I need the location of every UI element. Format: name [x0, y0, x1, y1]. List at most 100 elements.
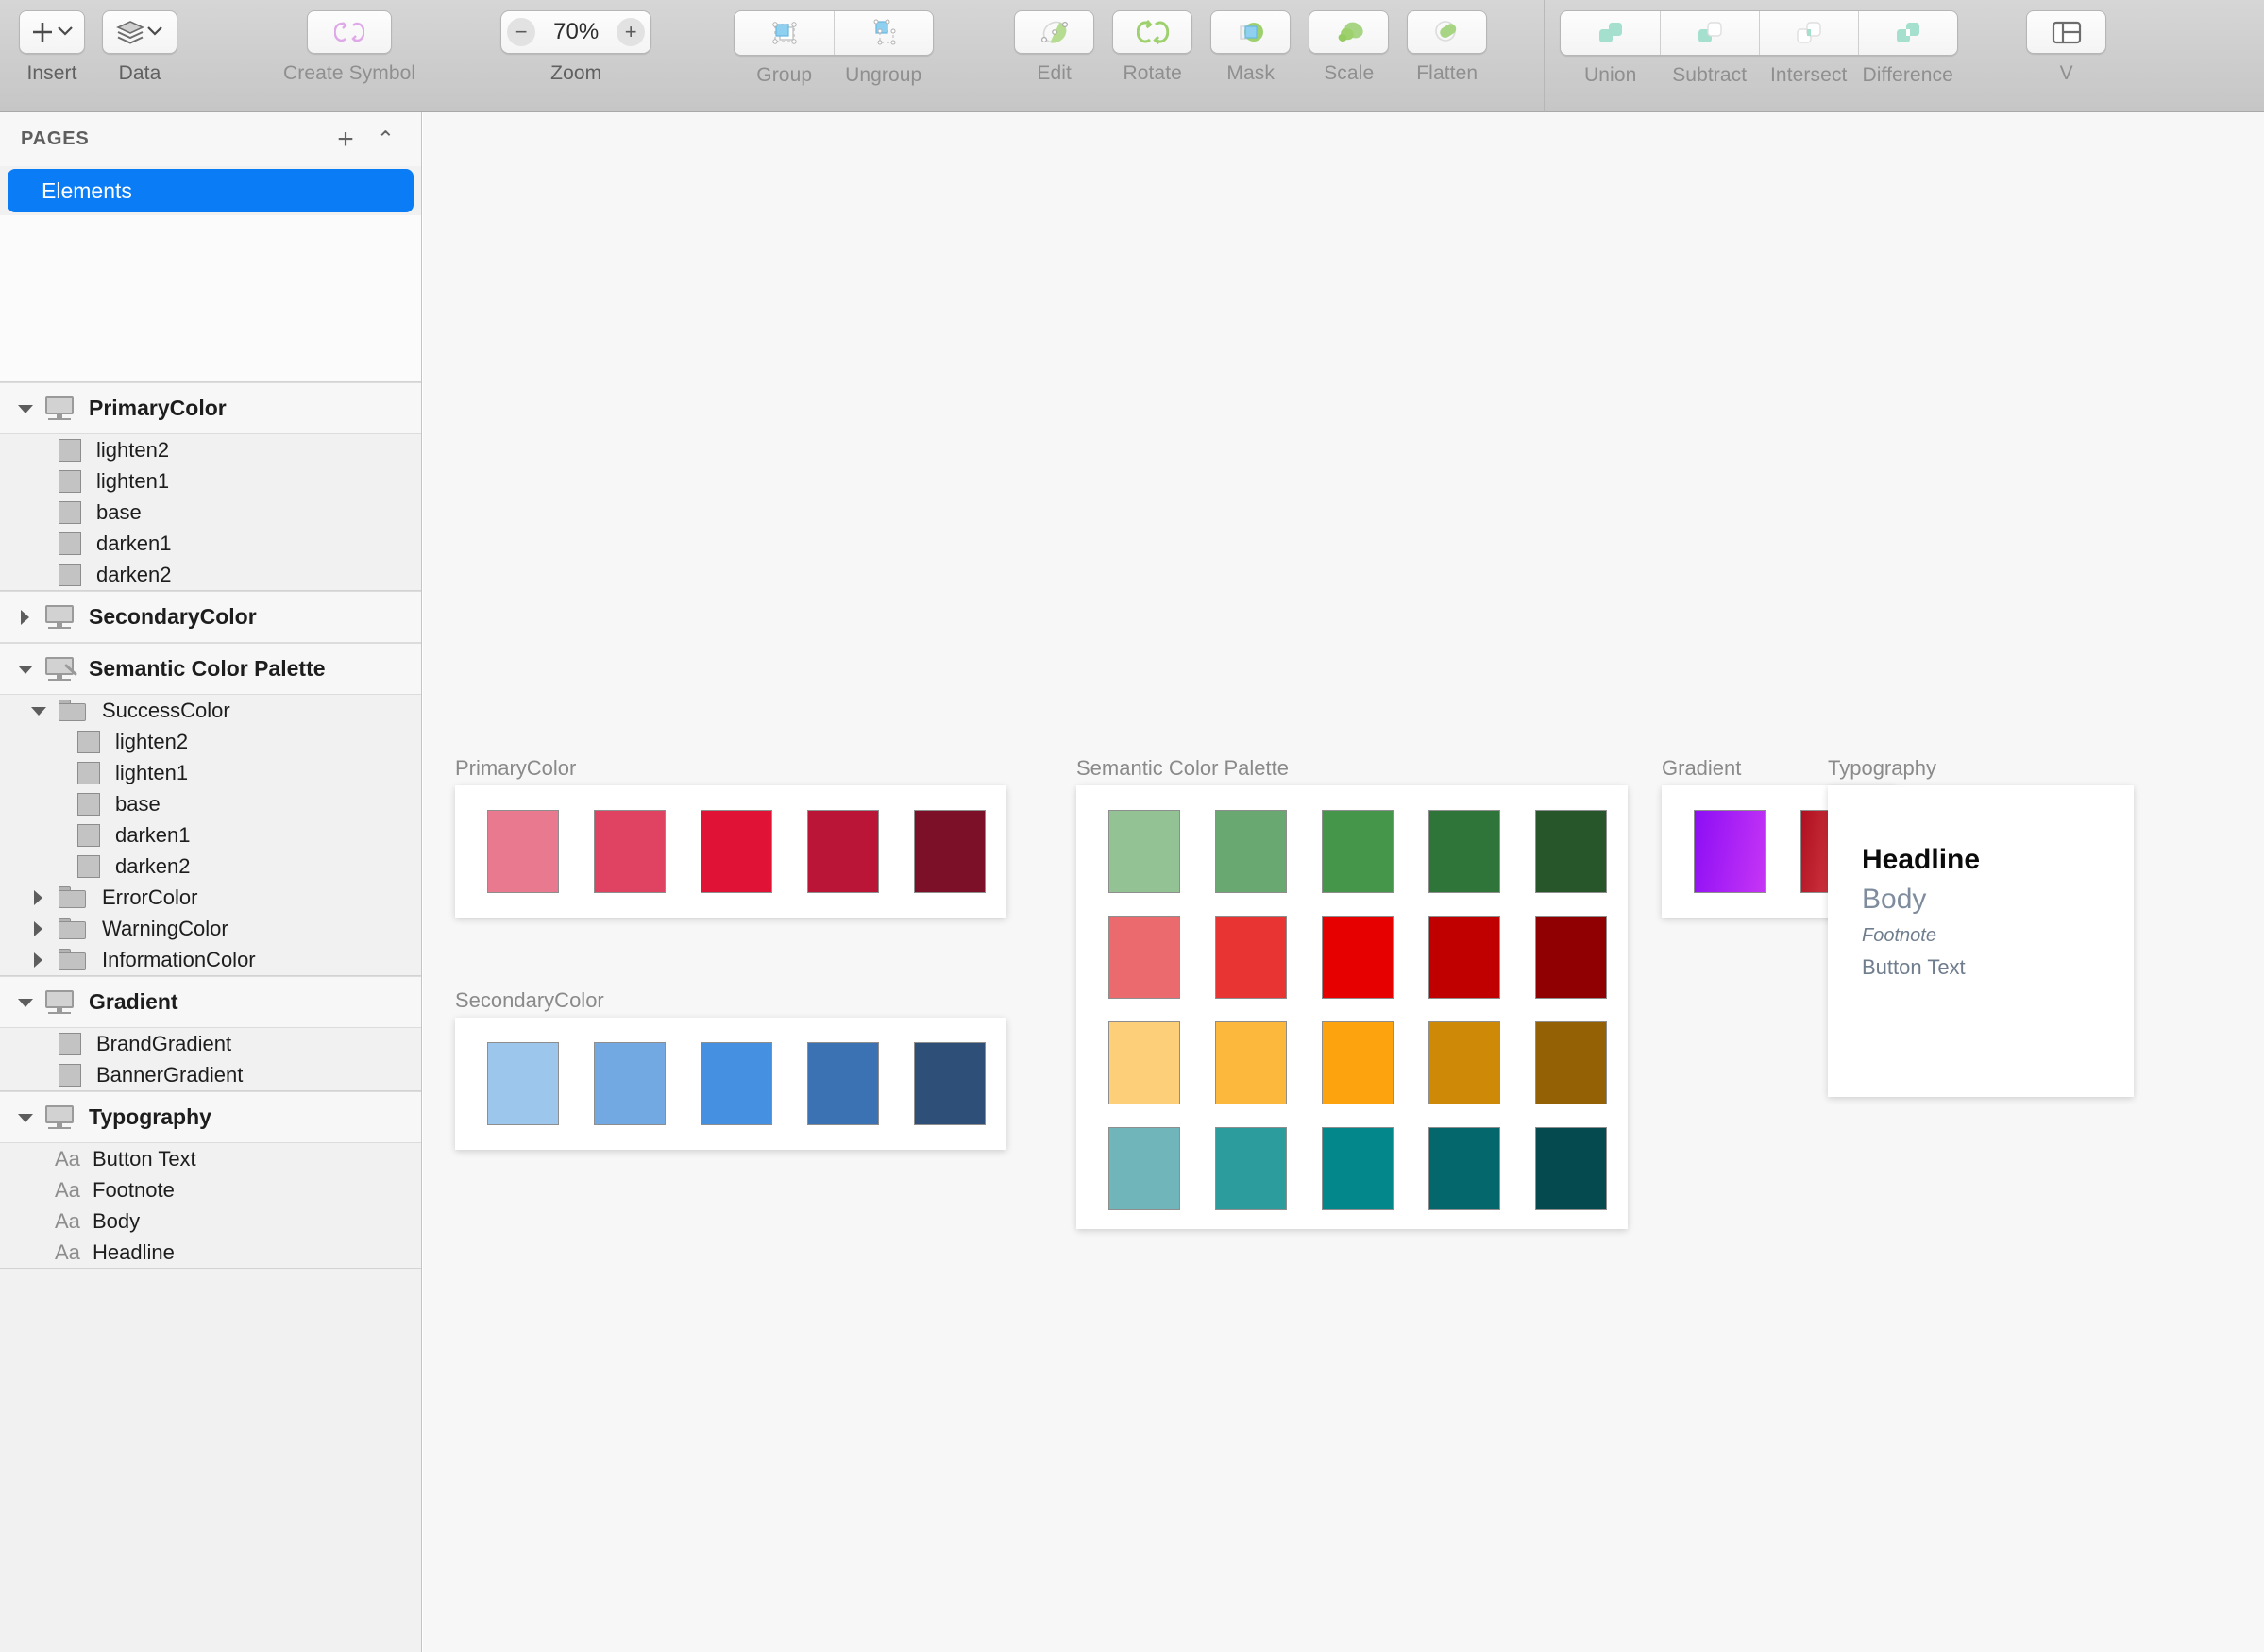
tree-artboard-gradient[interactable]: Gradient: [0, 976, 421, 1028]
swatch-success-base[interactable]: [1322, 810, 1394, 893]
disclosure-triangle-icon[interactable]: [15, 1107, 36, 1128]
tree-folder-successcolor[interactable]: SuccessColor: [0, 695, 421, 726]
swatch-success-darken2[interactable]: [1535, 810, 1607, 893]
disclosure-triangle-icon[interactable]: [28, 887, 49, 908]
swatch-success-lighten1[interactable]: [1215, 810, 1287, 893]
swatch-secondary-darken2[interactable]: [914, 1042, 986, 1125]
zoom-value[interactable]: 70%: [535, 19, 617, 45]
design-canvas[interactable]: PrimaryColor SecondaryColor Semantic Col…: [423, 112, 2264, 1652]
typography-headline-sample[interactable]: Headline: [1862, 844, 1980, 876]
tree-swatch-primary-base[interactable]: base: [0, 497, 421, 528]
swatch-success-lighten2[interactable]: [1108, 810, 1180, 893]
intersect-button[interactable]: [1759, 11, 1858, 55]
ungroup-button[interactable]: [834, 11, 933, 55]
tree-artboard-secondarycolor[interactable]: SecondaryColor: [0, 591, 421, 643]
sidebar-item-elements[interactable]: Elements: [8, 169, 414, 212]
difference-button[interactable]: [1858, 11, 1957, 55]
swatch-primary-lighten2[interactable]: [487, 810, 559, 893]
artboard-typography[interactable]: Headline Body Footnote Button Text: [1828, 785, 2134, 1097]
disclosure-triangle-icon[interactable]: [28, 700, 49, 721]
tree-swatch-success-lighten1[interactable]: lighten1: [0, 757, 421, 788]
tree-item-label: lighten1: [96, 468, 170, 493]
typography-body-sample[interactable]: Body: [1862, 884, 1926, 916]
swatch-secondary-darken1[interactable]: [807, 1042, 879, 1125]
disclosure-triangle-icon[interactable]: [15, 659, 36, 680]
swatch-secondary-lighten2[interactable]: [487, 1042, 559, 1125]
artboard-primarycolor[interactable]: [455, 785, 1006, 918]
swatch-success-darken1[interactable]: [1428, 810, 1500, 893]
typography-button-text-sample[interactable]: Button Text: [1862, 955, 1966, 980]
tree-swatch-primary-darken1[interactable]: darken1: [0, 528, 421, 559]
tree-swatch-primary-lighten1[interactable]: lighten1: [0, 465, 421, 497]
swatch-secondary-lighten1[interactable]: [594, 1042, 666, 1125]
collapse-pages-icon[interactable]: ⌃: [365, 128, 406, 150]
disclosure-triangle-icon[interactable]: [15, 398, 36, 419]
subtract-button[interactable]: [1660, 11, 1759, 55]
tree-swatch-brandgradient[interactable]: BrandGradient: [0, 1028, 421, 1059]
group-button[interactable]: [735, 11, 834, 55]
tree-text-button-text[interactable]: Aa Button Text: [0, 1143, 421, 1174]
swatch-warning-darken2[interactable]: [1535, 1021, 1607, 1104]
tree-text-headline[interactable]: Aa Headline: [0, 1237, 421, 1268]
data-button[interactable]: [102, 10, 177, 54]
scale-button[interactable]: [1309, 10, 1390, 54]
swatch-error-darken2[interactable]: [1535, 916, 1607, 999]
swatch-information-lighten2[interactable]: [1108, 1127, 1180, 1210]
mask-button[interactable]: [1210, 10, 1292, 54]
tree-folder-errorcolor[interactable]: ErrorColor: [0, 882, 421, 913]
view-button[interactable]: [2026, 10, 2107, 54]
tree-swatch-success-darken1[interactable]: darken1: [0, 819, 421, 851]
swatch-primary-darken1[interactable]: [807, 810, 879, 893]
swatch-information-lighten1[interactable]: [1215, 1127, 1287, 1210]
tree-text-body[interactable]: Aa Body: [0, 1205, 421, 1237]
swatch-secondary-base[interactable]: [701, 1042, 772, 1125]
zoom-out-button[interactable]: −: [507, 18, 536, 46]
layers-sidebar[interactable]: PAGES + ⌃ Elements PrimaryColor lighten2…: [0, 112, 422, 1652]
disclosure-triangle-icon[interactable]: [28, 919, 49, 939]
rotate-button[interactable]: [1112, 10, 1193, 54]
disclosure-triangle-icon[interactable]: [15, 607, 36, 628]
edit-button[interactable]: [1014, 10, 1095, 54]
tree-artboard-semantic-color-palette[interactable]: Semantic Color Palette: [0, 643, 421, 695]
zoom-in-button[interactable]: +: [617, 18, 646, 46]
insert-button[interactable]: [19, 10, 85, 54]
tree-swatch-success-lighten2[interactable]: lighten2: [0, 726, 421, 757]
swatch-error-base[interactable]: [1322, 916, 1394, 999]
tree-artboard-typography[interactable]: Typography: [0, 1091, 421, 1143]
typography-footnote-sample[interactable]: Footnote: [1862, 925, 1936, 947]
toolbar-group-grouping: Group Ungroup: [734, 0, 935, 87]
union-button[interactable]: [1561, 11, 1660, 55]
swatch-information-darken1[interactable]: [1428, 1127, 1500, 1210]
zoom-label: Zoom: [550, 62, 602, 84]
flatten-button[interactable]: [1407, 10, 1488, 54]
swatch-primary-lighten1[interactable]: [594, 810, 666, 893]
tree-artboard-primarycolor[interactable]: PrimaryColor: [0, 382, 421, 434]
tree-folder-warningcolor[interactable]: WarningColor: [0, 913, 421, 944]
tree-swatch-bannergradient[interactable]: BannerGradient: [0, 1059, 421, 1090]
tree-folder-informationcolor[interactable]: InformationColor: [0, 944, 421, 975]
swatch-warning-lighten2[interactable]: [1108, 1021, 1180, 1104]
swatch-information-base[interactable]: [1322, 1127, 1394, 1210]
swatch-information-darken2[interactable]: [1535, 1127, 1607, 1210]
artboard-secondarycolor[interactable]: [455, 1018, 1006, 1150]
swatch-warning-lighten1[interactable]: [1215, 1021, 1287, 1104]
tree-swatch-primary-lighten2[interactable]: lighten2: [0, 434, 421, 465]
disclosure-triangle-icon[interactable]: [15, 992, 36, 1013]
add-page-icon[interactable]: +: [326, 125, 365, 154]
swatch-primary-darken2[interactable]: [914, 810, 986, 893]
swatch-error-lighten1[interactable]: [1215, 916, 1287, 999]
disclosure-triangle-icon[interactable]: [28, 950, 49, 970]
artboard-semantic-color-palette[interactable]: [1076, 785, 1628, 1229]
tree-swatch-success-base[interactable]: base: [0, 788, 421, 819]
tree-text-footnote[interactable]: Aa Footnote: [0, 1174, 421, 1205]
tree-swatch-success-darken2[interactable]: darken2: [0, 851, 421, 882]
swatch-primary-base[interactable]: [701, 810, 772, 893]
swatch-warning-darken1[interactable]: [1428, 1021, 1500, 1104]
zoom-stepper[interactable]: − 70% +: [500, 10, 652, 54]
tree-swatch-primary-darken2[interactable]: darken2: [0, 559, 421, 590]
swatch-error-lighten2[interactable]: [1108, 916, 1180, 999]
swatch-error-darken1[interactable]: [1428, 916, 1500, 999]
create-symbol-button[interactable]: [307, 10, 393, 54]
swatch-brandgradient[interactable]: [1694, 810, 1766, 893]
swatch-warning-base[interactable]: [1322, 1021, 1394, 1104]
